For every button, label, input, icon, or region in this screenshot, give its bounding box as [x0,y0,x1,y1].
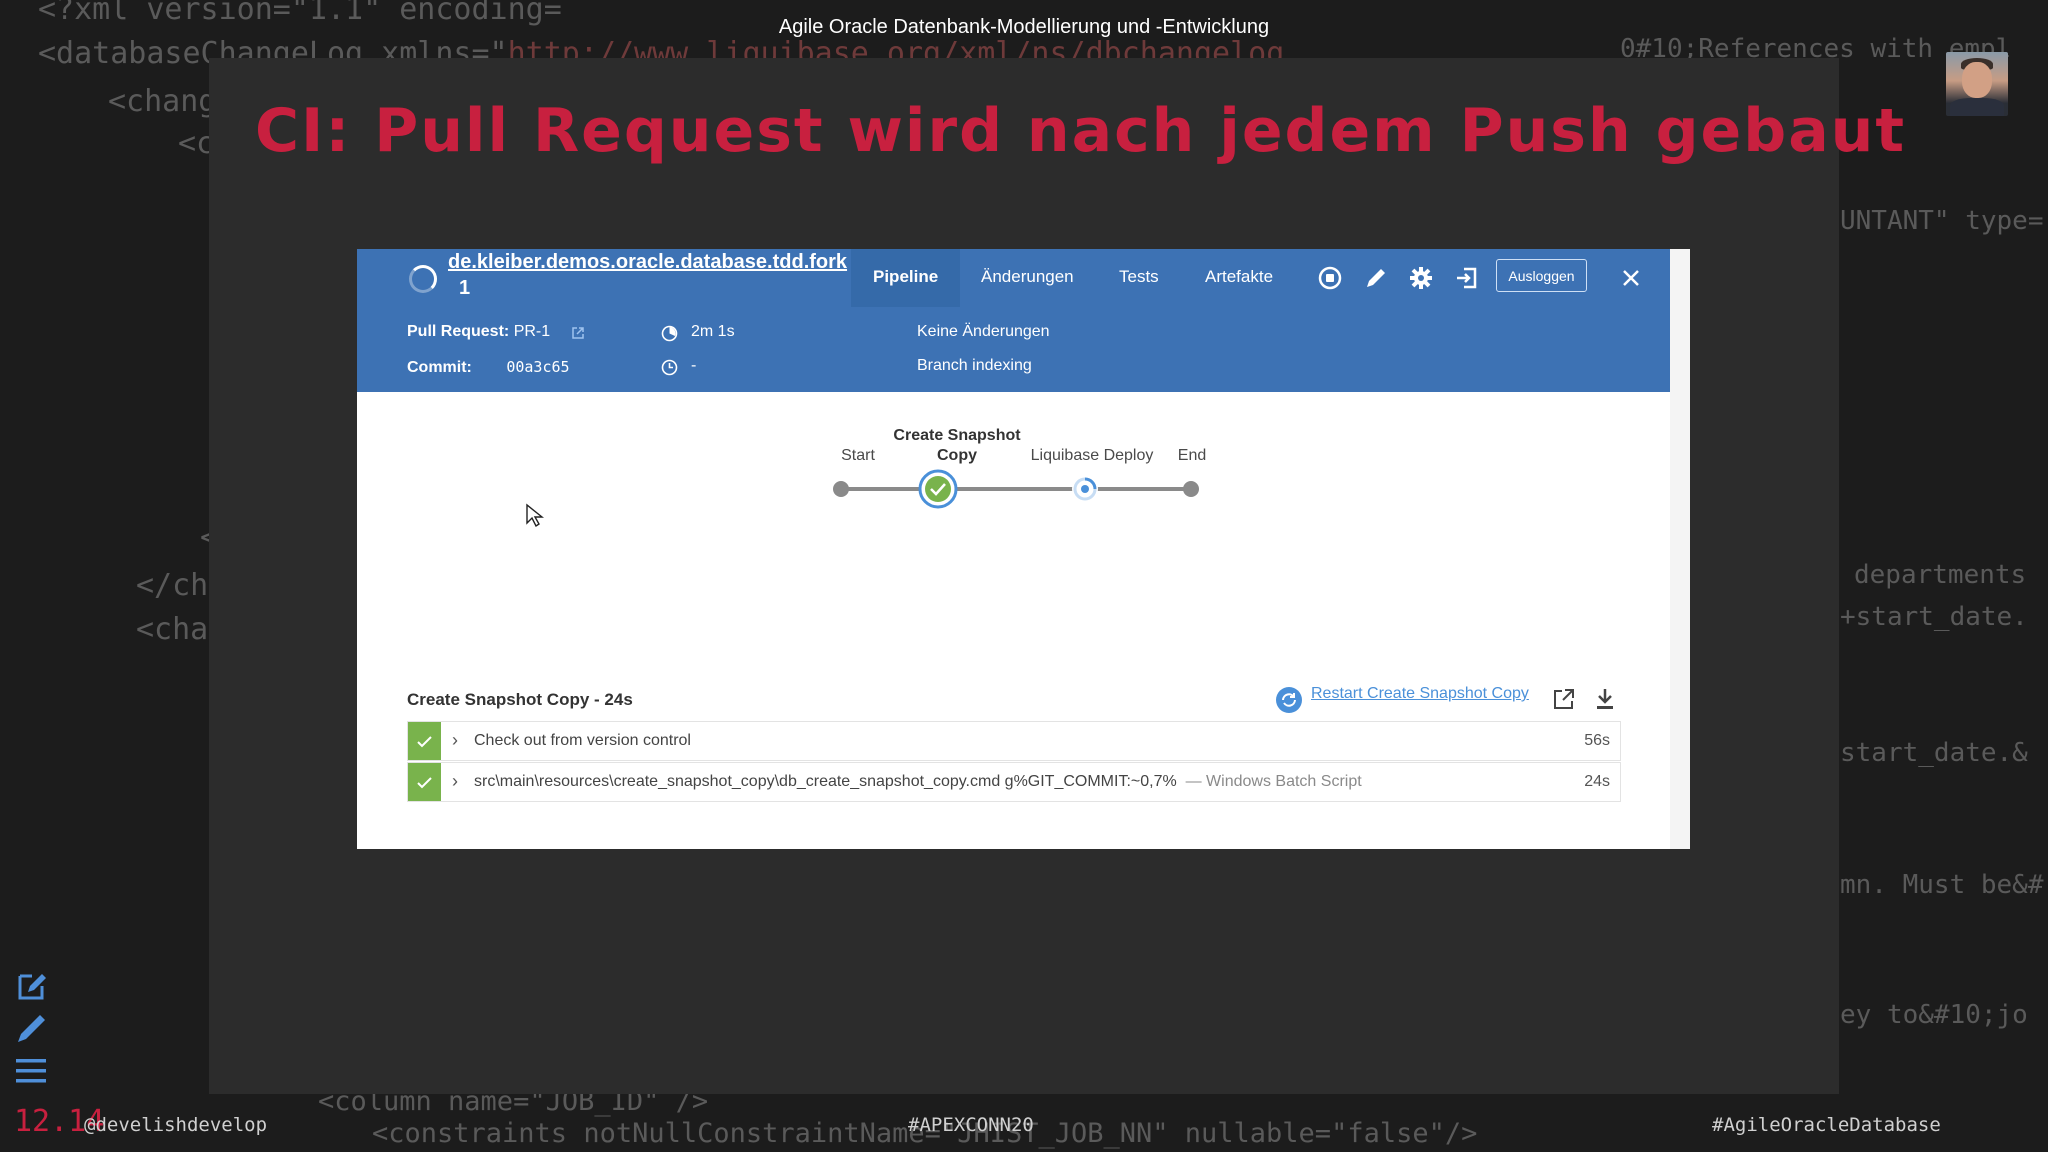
webcam-shirt [1950,98,2004,116]
step-row[interactable]: › Check out from version control 56s [407,721,1621,761]
exit-icon[interactable] [1454,265,1480,291]
step-success-indicator [408,722,441,760]
changes-summary: Keine Änderungen [917,323,1050,340]
step-duration: 56s [1584,732,1610,749]
restart-stage-link[interactable]: Restart Create Snapshot Copy [1311,685,1529,703]
job-name-link[interactable]: de.kleiber.demos.oracle.database.tdd.for… [448,251,847,274]
background-code-right-2: UNTANT" type= [1840,206,2044,236]
step-type: — Windows Batch Script [1185,773,1362,790]
run-number: 1 [459,277,471,299]
commit-info: Commit: 00a3c65 [407,358,570,377]
check-icon [417,777,432,789]
presenter-webcam [1946,52,2008,116]
webcam-face [1962,62,1992,98]
close-icon[interactable] [1619,266,1643,290]
pull-request-value[interactable]: PR-1 [514,323,550,340]
step-command: src\main\resources\create_snapshot_copy\… [474,773,1177,790]
edit-pencil-icon[interactable] [1363,265,1389,291]
external-link-icon[interactable] [571,326,585,340]
build-cause: Branch indexing [917,357,1032,374]
running-spinner-icon [409,265,437,293]
time-ago-value: - [691,357,697,374]
step-command: Check out from version control [474,732,691,749]
check-icon [417,736,432,748]
gear-icon[interactable] [1408,265,1434,291]
restart-icon[interactable] [1275,686,1303,714]
step-duration: 24s [1584,773,1610,790]
pipeline-connector [841,487,1191,491]
annotate-edit-icon[interactable] [14,968,50,1004]
footer-twitter-handle: @develishdevelop [84,1114,268,1136]
step-text: Check out from version control [474,732,691,750]
stage-label-create-snapshot-line1: Create Snapshot [893,427,1021,444]
chevron-right-icon[interactable]: › [452,730,458,751]
tab-changes[interactable]: Änderungen [959,249,1096,307]
duration-icon [661,325,678,342]
stage-node-end [1183,481,1199,497]
footer-conference-hashtag: #APEXCONN20 [908,1114,1034,1136]
stage-label-end: End [1177,447,1207,464]
stage-label-liquibase-deploy: Liquibase Deploy [1030,447,1154,464]
open-log-external-icon[interactable] [1552,687,1576,711]
background-code-line-7: <cha [136,612,209,647]
mouse-cursor-icon [526,503,544,528]
jenkins-top-bar: de.kleiber.demos.oracle.database.tdd.for… [357,249,1670,307]
jenkins-window: de.kleiber.demos.oracle.database.tdd.for… [357,249,1690,849]
step-text: src\main\resources\create_snapshot_copy\… [474,773,1362,791]
video-title: Agile Oracle Datenbank-Modellierung und … [778,16,1270,38]
step-panel-title: Create Snapshot Copy - 24s [407,690,633,709]
footer-topic-hashtag: #AgileOracleDatabase [1712,1114,1941,1136]
tab-pipeline[interactable]: Pipeline [851,249,961,307]
tab-tests[interactable]: Tests [1097,249,1181,307]
step-row[interactable]: › src\main\resources\create_snapshot_cop… [407,762,1621,802]
background-code-right-5: start_date.& [1840,738,2028,768]
download-log-icon[interactable] [1594,687,1616,711]
menu-icon[interactable] [14,1053,50,1089]
background-code-line-3: <chang [108,84,217,119]
background-code-right-6: mn. Must be&# [1840,870,2044,900]
jenkins-header: de.kleiber.demos.oracle.database.tdd.for… [357,249,1670,392]
scrollbar[interactable] [1670,249,1690,849]
step-success-indicator [408,763,441,801]
slide-title: CI: Pull Request wird nach jedem Push ge… [255,96,1907,166]
tab-artifacts[interactable]: Artefakte [1183,249,1295,307]
commit-label: Commit: [407,359,472,376]
chevron-right-icon[interactable]: › [452,771,458,792]
pull-request-info: Pull Request: PR-1 [407,323,550,341]
stop-icon[interactable] [1317,265,1343,291]
stage-node-liquibase-deploy-running-icon[interactable] [1070,474,1100,504]
commit-hash: 00a3c65 [506,358,570,376]
background-code-right-7: ey to&#10;jo [1840,1000,2028,1030]
background-code-right-4: +start_date. [1840,602,2028,632]
duration-value: 2m 1s [691,323,735,340]
stage-node-start [833,481,849,497]
logout-button[interactable]: Ausloggen [1496,259,1587,292]
clock-icon [661,359,678,376]
pull-request-label: Pull Request: [407,323,510,340]
background-code-right-3: departments [1854,560,2027,590]
pen-tool-icon[interactable] [14,1010,50,1046]
stage-node-create-snapshot-success-icon[interactable] [918,469,958,509]
